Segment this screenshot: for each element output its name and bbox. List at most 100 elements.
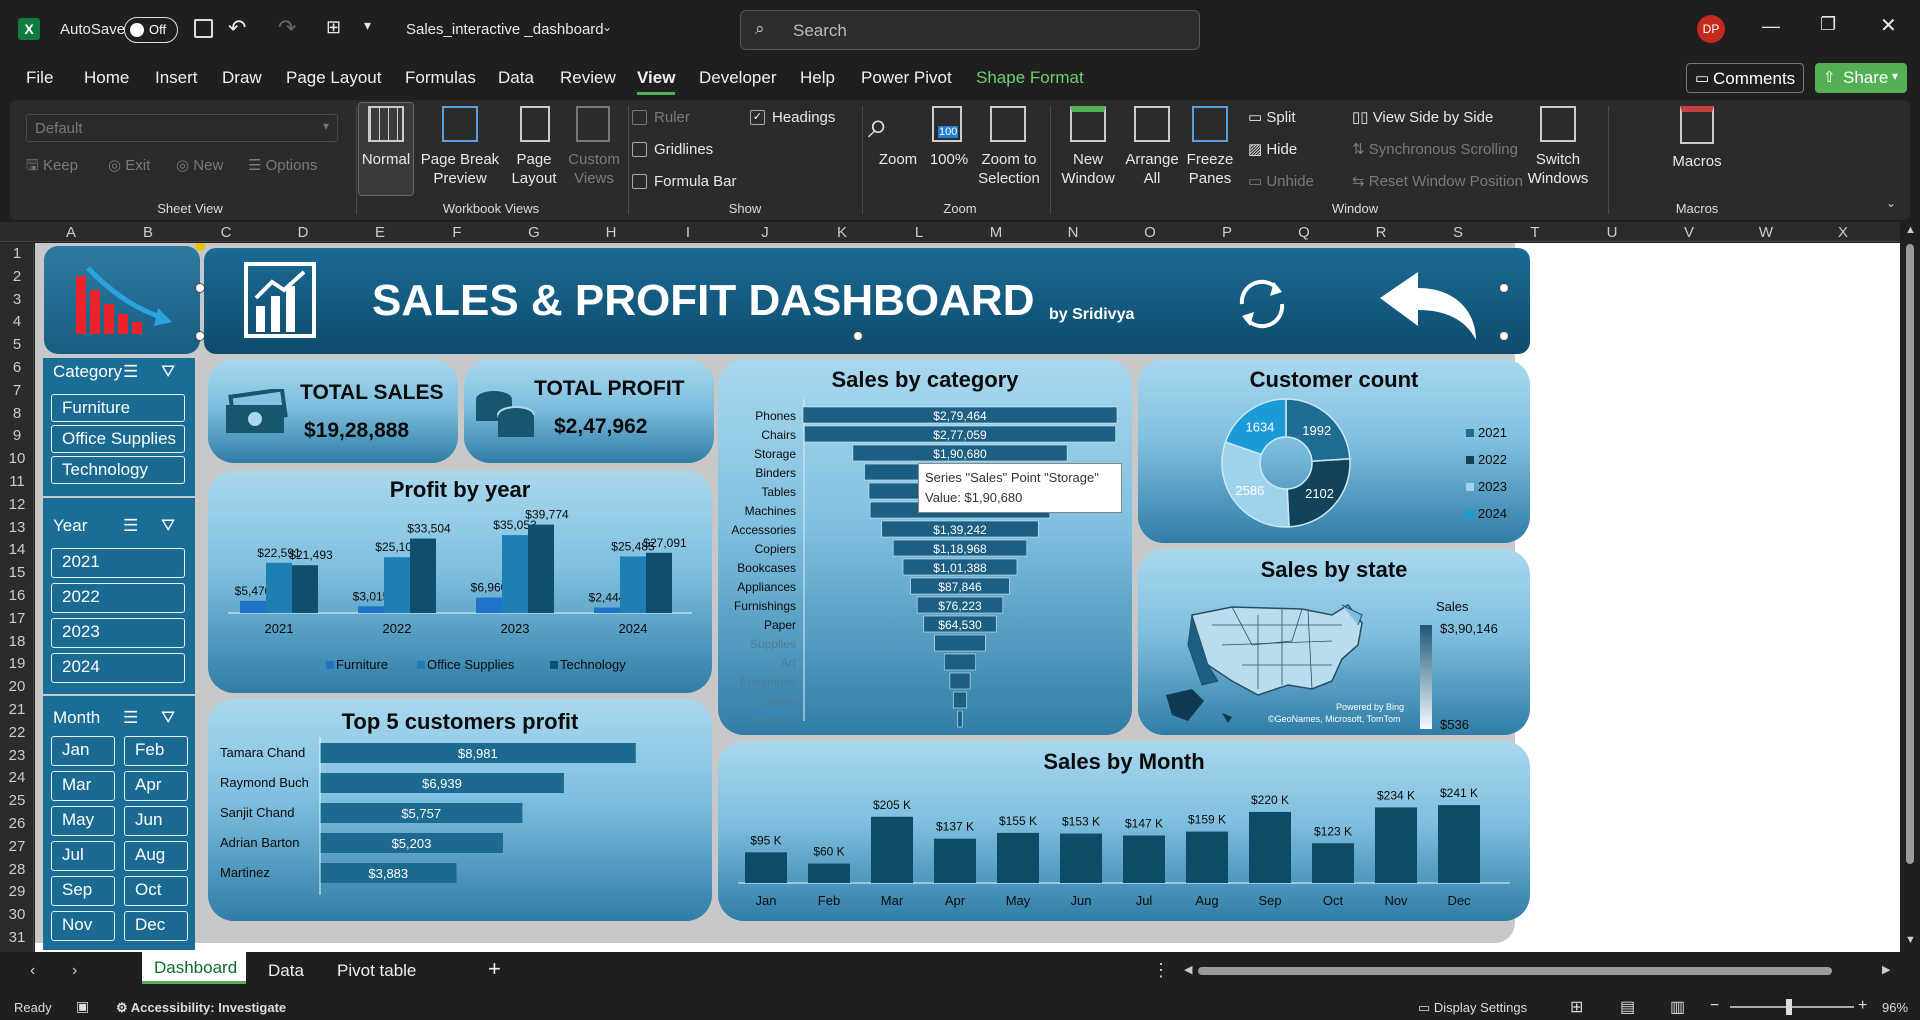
zoom-slider[interactable] bbox=[1730, 999, 1854, 1015]
horizontal-scrollbar[interactable]: ◀ ▶ bbox=[1184, 964, 1890, 976]
side-by-side-button[interactable]: ▯▯ View Side by Side bbox=[1352, 108, 1493, 127]
column-header[interactable]: P bbox=[1189, 224, 1265, 241]
slicer-item-aug[interactable]: Aug bbox=[124, 841, 188, 871]
column-header[interactable]: V bbox=[1651, 224, 1727, 241]
multiselect-icon[interactable]: ☰ bbox=[123, 362, 138, 382]
column-header[interactable]: G bbox=[496, 224, 572, 241]
column-header[interactable]: N bbox=[1035, 224, 1111, 241]
row-header[interactable]: 7 bbox=[0, 382, 34, 399]
tab-page-layout[interactable]: Page Layout bbox=[286, 68, 381, 88]
row-header[interactable]: 12 bbox=[0, 496, 34, 513]
row-header[interactable]: 15 bbox=[0, 564, 34, 581]
column-header[interactable]: M bbox=[958, 224, 1034, 241]
row-header[interactable]: 13 bbox=[0, 519, 34, 536]
sheet-tab-dashboard[interactable]: Dashboard bbox=[142, 952, 246, 984]
slicer-item-2023[interactable]: 2023 bbox=[51, 618, 185, 648]
sales-by-state-map[interactable]: Sales by state Powered by Bing ©GeoNames… bbox=[1138, 549, 1530, 735]
column-header[interactable]: U bbox=[1574, 224, 1650, 241]
column-header[interactable]: T bbox=[1497, 224, 1573, 241]
collapse-ribbon-icon[interactable]: ⌄ bbox=[1886, 196, 1896, 210]
slicer-item-feb[interactable]: Feb bbox=[124, 736, 188, 766]
row-header[interactable]: 2 bbox=[0, 268, 34, 285]
zoom-in-icon[interactable]: + bbox=[1858, 997, 1867, 1015]
minimize-icon[interactable]: — bbox=[1762, 16, 1780, 37]
scroll-up-icon[interactable]: ▲ bbox=[1905, 224, 1916, 236]
add-sheet-icon[interactable]: + bbox=[488, 956, 501, 982]
restore-icon[interactable]: ❐ bbox=[1820, 14, 1836, 35]
excel-icon[interactable]: X bbox=[18, 18, 40, 40]
zoom-out-icon[interactable]: − bbox=[1710, 997, 1719, 1015]
gridlines-checkbox[interactable] bbox=[632, 142, 647, 157]
scroll-thumb[interactable] bbox=[1906, 244, 1914, 864]
slicer-item-2022[interactable]: 2022 bbox=[51, 583, 185, 613]
row-header[interactable]: 3 bbox=[0, 291, 34, 308]
tab-review[interactable]: Review bbox=[560, 68, 616, 88]
slicer-item-may[interactable]: May bbox=[51, 806, 115, 836]
row-header[interactable]: 24 bbox=[0, 769, 34, 786]
column-header[interactable]: A bbox=[33, 224, 109, 241]
page-break-button[interactable]: Page Break Preview bbox=[416, 150, 504, 188]
selection-handle[interactable] bbox=[195, 283, 205, 293]
slicer-item-office-supplies[interactable]: Office Supplies bbox=[51, 425, 185, 453]
slicer-item-2021[interactable]: 2021 bbox=[51, 548, 185, 578]
column-header[interactable]: Q bbox=[1266, 224, 1342, 241]
back-arrow-icon[interactable] bbox=[1376, 268, 1480, 342]
slicer-item-mar[interactable]: Mar bbox=[51, 771, 115, 801]
tab-shape-format[interactable]: Shape Format bbox=[976, 68, 1084, 88]
page-break-view-icon[interactable]: ▥ bbox=[1670, 997, 1685, 1017]
row-header[interactable]: 31 bbox=[0, 929, 34, 946]
avatar[interactable]: DP bbox=[1697, 15, 1725, 43]
slicer-item-nov[interactable]: Nov bbox=[51, 911, 115, 941]
formula-bar-checkbox[interactable] bbox=[632, 174, 647, 189]
column-header[interactable]: S bbox=[1420, 224, 1496, 241]
column-header[interactable]: F bbox=[419, 224, 495, 241]
tab-power-pivot[interactable]: Power Pivot bbox=[861, 68, 952, 88]
scroll-down-icon[interactable]: ▼ bbox=[1905, 934, 1916, 946]
tab-data[interactable]: Data bbox=[498, 68, 534, 88]
row-header[interactable]: 17 bbox=[0, 610, 34, 627]
autosave-toggle[interactable]: Off bbox=[124, 17, 178, 43]
file-name[interactable]: Sales_interactive _dashboard bbox=[406, 21, 604, 38]
slicer-item-furniture[interactable]: Furniture bbox=[51, 394, 185, 422]
column-header[interactable]: R bbox=[1343, 224, 1419, 241]
selection-handle[interactable] bbox=[195, 331, 205, 341]
column-header[interactable]: K bbox=[804, 224, 880, 241]
row-header[interactable]: 5 bbox=[0, 336, 34, 353]
search-box[interactable]: ⌕ Search bbox=[740, 10, 1200, 50]
profit-by-year-chart[interactable]: Profit by year $5,470 $22,591 $21,493 2021 $… bbox=[208, 471, 712, 693]
accessibility-status[interactable]: ⚙ Accessibility: Investigate bbox=[116, 1000, 286, 1016]
new-window-button[interactable]: New Window bbox=[1060, 150, 1116, 188]
vertical-scrollbar[interactable]: ▲ ▼ bbox=[1900, 222, 1920, 952]
selection-handle[interactable] bbox=[1499, 283, 1509, 293]
row-header[interactable]: 28 bbox=[0, 861, 34, 878]
comments-button[interactable]: ▭ Comments bbox=[1686, 63, 1804, 93]
tab-help[interactable]: Help bbox=[800, 68, 835, 88]
close-icon[interactable]: ✕ bbox=[1880, 13, 1897, 38]
tab-insert[interactable]: Insert bbox=[155, 68, 198, 88]
row-header[interactable]: 27 bbox=[0, 838, 34, 855]
slicer-item-apr[interactable]: Apr bbox=[124, 771, 188, 801]
multiselect-icon[interactable]: ☰ bbox=[123, 516, 138, 536]
tab-formulas[interactable]: Formulas bbox=[405, 68, 476, 88]
selection-handle[interactable] bbox=[1499, 331, 1509, 341]
row-header[interactable]: 30 bbox=[0, 906, 34, 923]
clear-filter-icon[interactable]: ⛛ bbox=[161, 708, 175, 728]
arrange-all-button[interactable]: Arrange All bbox=[1122, 150, 1182, 188]
column-header[interactable]: W bbox=[1728, 224, 1804, 241]
worksheet[interactable]: SALES & PROFIT DASHBOARD by Sridivya Cat… bbox=[35, 243, 1900, 952]
row-header[interactable]: 4 bbox=[0, 313, 34, 330]
chevron-down-icon[interactable]: ⌄ bbox=[602, 20, 612, 34]
row-header[interactable]: 19 bbox=[0, 655, 34, 672]
column-header[interactable]: O bbox=[1112, 224, 1188, 241]
split-button[interactable]: ▭ Split bbox=[1248, 108, 1296, 127]
column-header[interactable]: E bbox=[342, 224, 418, 241]
more-options-icon[interactable]: ⋮ bbox=[1152, 960, 1170, 981]
row-header[interactable]: 21 bbox=[0, 701, 34, 718]
display-settings-button[interactable]: ▭ Display Settings bbox=[1418, 1000, 1527, 1016]
column-header[interactable]: D bbox=[265, 224, 341, 241]
row-header[interactable]: 23 bbox=[0, 747, 34, 764]
page-layout-view-icon[interactable]: ▤ bbox=[1620, 997, 1635, 1017]
row-header[interactable]: 26 bbox=[0, 815, 34, 832]
row-header[interactable]: 8 bbox=[0, 405, 34, 422]
slicer-item-dec[interactable]: Dec bbox=[124, 911, 188, 941]
